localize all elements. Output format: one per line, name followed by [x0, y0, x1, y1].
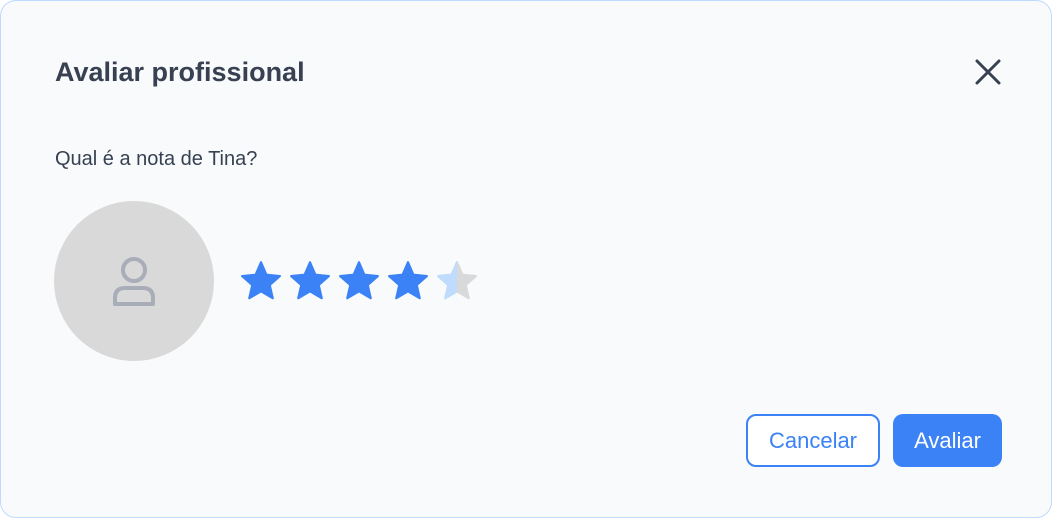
close-button[interactable]: [967, 51, 1009, 93]
star-rating[interactable]: [239, 259, 479, 303]
rating-question: Qual é a nota de Tina?: [55, 148, 258, 170]
star-5-icon[interactable]: [435, 259, 479, 303]
star-4-icon[interactable]: [386, 259, 430, 303]
star-2-icon[interactable]: [288, 259, 332, 303]
avatar: [54, 201, 214, 361]
cancel-button[interactable]: Cancelar: [746, 414, 880, 467]
close-icon: [975, 59, 1001, 85]
star-3-icon[interactable]: [337, 259, 381, 303]
dialog-title: Avaliar profissional: [55, 57, 305, 87]
star-1-icon[interactable]: [239, 259, 283, 303]
rating-dialog: Avaliar profissional Qual é a nota de Ti…: [0, 0, 1052, 518]
submit-rating-button[interactable]: Avaliar: [893, 414, 1002, 467]
user-icon: [113, 257, 155, 306]
